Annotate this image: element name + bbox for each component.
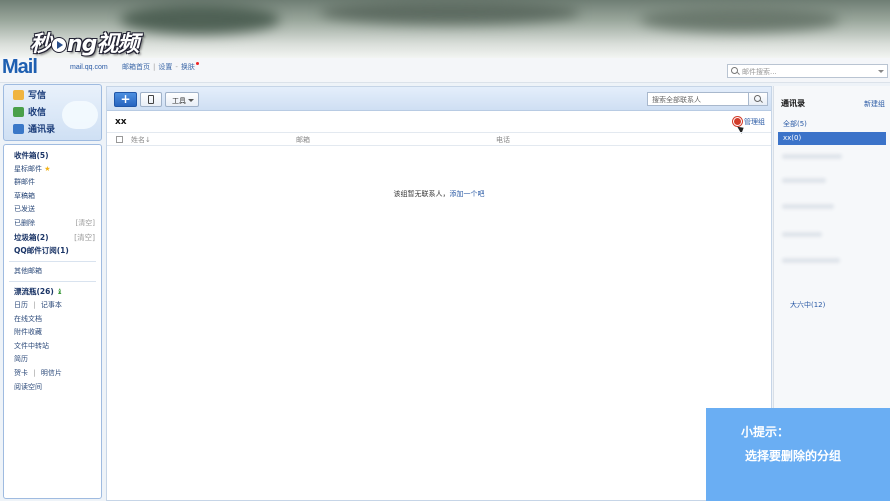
- add-contact-link[interactable]: 添加一个吧: [450, 190, 485, 198]
- tip-title: 小提示：: [741, 425, 790, 439]
- left-sidebar: 写信 收信 通讯录 收件箱(5) 星标邮件 ★ 群邮件 草稿箱 已发送 已删除[…: [3, 84, 102, 499]
- video-watermark-logo: 秒 ng视频: [30, 32, 139, 57]
- nav-label: 写信: [28, 91, 47, 101]
- pencil-icon: [13, 90, 24, 100]
- bottle-icon: ♝: [56, 287, 64, 297]
- app-cards: 贺卡 | 明信片: [14, 368, 62, 377]
- group-item-all[interactable]: 全部(5): [778, 118, 886, 131]
- contacts-toolbar: + 工具 搜索全部联系人: [107, 87, 771, 111]
- divider: [9, 281, 96, 283]
- star-icon: ★: [44, 164, 51, 173]
- nav-compose[interactable]: 写信: [4, 85, 101, 102]
- app-calendar-notes: 日历 | 记事本: [14, 300, 62, 309]
- folder-starred[interactable]: 星标邮件 ★: [4, 163, 101, 177]
- mail-domain: mail.qq.com: [70, 64, 108, 71]
- search-icon: [754, 95, 761, 102]
- top-links: 邮箱首页 | 设置 - 换肤: [122, 62, 199, 72]
- folder-group-mail[interactable]: 群邮件: [4, 176, 101, 190]
- nav-label: 通讯录: [28, 125, 56, 135]
- new-group-link[interactable]: 新建组: [864, 99, 885, 109]
- manage-group-label: 管理组: [744, 118, 765, 126]
- chevron-down-icon[interactable]: [878, 70, 884, 73]
- empty-text: 该组暂无联系人，: [393, 190, 450, 198]
- group-panel-title: 通讯录: [781, 99, 805, 108]
- app-drift-bottle[interactable]: 漂流瓶(26) ♝: [4, 285, 101, 299]
- add-contact-button[interactable]: +: [114, 92, 137, 107]
- phone-icon: [148, 95, 154, 104]
- app-calendar[interactable]: 日历: [14, 301, 28, 309]
- blurred-item: [782, 232, 822, 237]
- contact-search-button[interactable]: [748, 92, 768, 106]
- link-settings[interactable]: 设置: [158, 63, 172, 71]
- mail-search-placeholder: 邮件搜索...: [742, 68, 777, 76]
- search-icon: [731, 67, 738, 74]
- folder-spam[interactable]: 垃圾箱(2) [清空]: [4, 231, 101, 245]
- contact-search-input[interactable]: 搜索全部联系人: [647, 92, 749, 106]
- new-dot-icon: [195, 62, 199, 65]
- app-resume[interactable]: 简历: [4, 353, 101, 367]
- blurred-item: [782, 258, 840, 263]
- empty-state: 该组暂无联系人，添加一个吧: [107, 189, 771, 199]
- clear-deleted-link[interactable]: [清空]: [76, 217, 95, 231]
- tip-text: 选择要删除的分组: [745, 449, 842, 463]
- blurred-item: [782, 154, 842, 159]
- mail-header: Mail mail.qq.com 邮箱首页 | 设置 - 换肤 邮件搜索...: [0, 56, 890, 83]
- column-phone: 电话: [496, 136, 510, 144]
- divider: [9, 260, 96, 262]
- mascot-decoration: [62, 101, 98, 129]
- app-attachments[interactable]: 附件收藏: [4, 326, 101, 340]
- table-header: 姓名↓ 邮箱 电话: [107, 132, 771, 146]
- phone-sync-button[interactable]: [140, 92, 162, 107]
- app-online-docs[interactable]: 在线文档: [4, 313, 101, 327]
- contacts-icon: [13, 124, 24, 134]
- mail-logo[interactable]: Mail: [2, 56, 38, 79]
- blur-blob: [640, 6, 840, 32]
- clear-spam-link[interactable]: [清空]: [74, 231, 95, 245]
- tip-overlay: 小提示： 选择要删除的分组: [706, 408, 890, 501]
- mail-search-input[interactable]: 邮件搜索...: [727, 64, 888, 78]
- blurred-item: [782, 178, 826, 183]
- tools-dropdown[interactable]: 工具: [165, 92, 199, 107]
- folder-list: 收件箱(5) 星标邮件 ★ 群邮件 草稿箱 已发送 已删除 [清空] 垃圾箱(2)…: [3, 144, 102, 499]
- folder-deleted[interactable]: 已删除 [清空]: [4, 217, 101, 231]
- app-reading-space[interactable]: 阅读空间: [4, 381, 101, 395]
- app-file-transfer[interactable]: 文件中转站: [4, 340, 101, 354]
- play-icon: [52, 38, 67, 52]
- folder-drafts[interactable]: 草稿箱: [4, 190, 101, 204]
- app-postcard[interactable]: 明信片: [41, 369, 62, 377]
- app-greeting-card[interactable]: 贺卡: [14, 369, 28, 377]
- folder-sent[interactable]: 已发送: [4, 203, 101, 217]
- group-item-xx[interactable]: xx(0): [778, 132, 886, 145]
- folder-subscriptions[interactable]: QQ邮件订阅(1): [4, 244, 101, 258]
- link-skin[interactable]: 换肤: [181, 63, 195, 71]
- blur-blob: [320, 0, 580, 24]
- select-all-checkbox[interactable]: [116, 136, 123, 143]
- inbox-icon: [13, 107, 24, 117]
- chevron-down-icon: [188, 99, 194, 102]
- group-item-extra[interactable]: 大六中(12): [790, 300, 825, 310]
- nav-label: 收信: [28, 108, 47, 118]
- folder-inbox[interactable]: 收件箱(5): [4, 149, 101, 163]
- top-nav: 写信 收信 通讯录: [3, 84, 102, 141]
- group-title: xx: [115, 117, 127, 127]
- column-email: 邮箱: [296, 136, 310, 144]
- app-notes[interactable]: 记事本: [41, 301, 62, 309]
- blurred-item: [782, 204, 834, 209]
- contacts-main: + 工具 搜索全部联系人 xx 管理组 姓名↓ 邮箱 电话 该组暂无联系人，添加…: [106, 86, 772, 501]
- other-mailbox[interactable]: 其他邮箱: [4, 265, 101, 279]
- blur-blob: [120, 4, 280, 34]
- link-mail-home[interactable]: 邮箱首页: [122, 63, 150, 71]
- column-name[interactable]: 姓名↓: [131, 135, 151, 145]
- tools-label: 工具: [172, 97, 186, 105]
